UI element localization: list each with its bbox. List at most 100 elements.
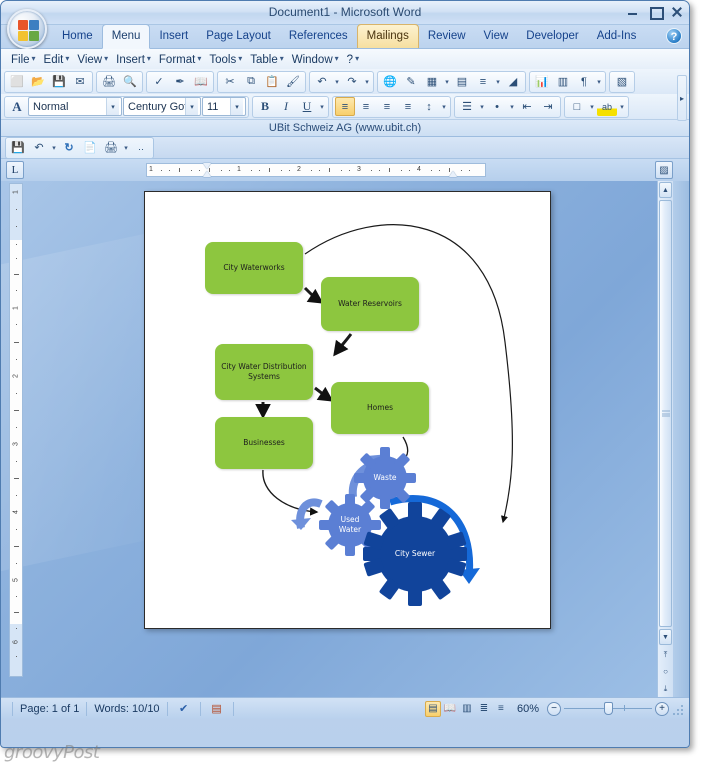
qat-repeat-icon[interactable]: ↻ bbox=[59, 138, 79, 157]
format-painter-brush-icon[interactable]: ✒ bbox=[170, 72, 190, 91]
chevron-down-icon[interactable]: ▾ bbox=[318, 103, 326, 111]
chevron-down-icon[interactable]: ▾ bbox=[363, 78, 371, 86]
web-layout-view-button[interactable]: ▥ bbox=[459, 701, 475, 717]
document-page[interactable]: City Waterworks Water Reservoirs City Wa… bbox=[144, 191, 551, 629]
insert-chart-icon[interactable]: 📊 bbox=[532, 72, 552, 91]
zoom-slider[interactable]: − + bbox=[547, 701, 669, 716]
chevron-down-icon[interactable]: ▾ bbox=[122, 144, 130, 152]
full-screen-reading-view-button[interactable]: 📖 bbox=[442, 701, 458, 717]
chevron-down-icon[interactable]: ▾ bbox=[230, 98, 243, 115]
select-browse-object-button[interactable]: ○ bbox=[659, 664, 672, 679]
bulleted-list-button[interactable]: • bbox=[487, 97, 507, 116]
highlight-button[interactable]: ab bbox=[597, 97, 617, 116]
right-indent-marker[interactable] bbox=[449, 171, 457, 177]
tab-home[interactable]: Home bbox=[53, 25, 102, 48]
line-spacing-button[interactable]: ↕ bbox=[419, 97, 439, 116]
minimize-button[interactable] bbox=[626, 5, 639, 18]
print-layout-view-button[interactable]: ▤ bbox=[424, 700, 441, 717]
chevron-down-icon[interactable]: ▾ bbox=[618, 103, 626, 111]
previous-page-button[interactable]: ⤒ bbox=[659, 647, 672, 662]
print-preview-icon[interactable]: 🔍 bbox=[120, 72, 140, 91]
smartart-diagram[interactable]: City Waterworks Water Reservoirs City Wa… bbox=[145, 192, 550, 628]
insert-table-icon[interactable]: ▦ bbox=[422, 72, 442, 91]
menu-format[interactable]: Format ▾ bbox=[155, 53, 205, 67]
office-button-icon[interactable] bbox=[7, 9, 47, 49]
increase-indent-button[interactable]: ⇥ bbox=[538, 97, 558, 116]
format-painter-icon[interactable]: 🖌 bbox=[283, 72, 303, 91]
align-center-button[interactable]: ≡ bbox=[356, 97, 376, 116]
italic-button[interactable]: I bbox=[276, 97, 296, 116]
close-button[interactable] bbox=[670, 5, 683, 18]
menu-window[interactable]: Window ▾ bbox=[288, 53, 343, 67]
open-folder-icon[interactable]: 📂 bbox=[28, 72, 48, 91]
decrease-indent-button[interactable]: ⇤ bbox=[517, 97, 537, 116]
print-icon[interactable]: 🖨 bbox=[99, 72, 119, 91]
first-line-indent-marker[interactable] bbox=[203, 163, 211, 169]
hanging-indent-marker[interactable] bbox=[203, 171, 211, 177]
new-document-icon[interactable]: ⬜ bbox=[7, 72, 27, 91]
copy-icon[interactable]: ⧉ bbox=[241, 72, 261, 91]
drawing-icon[interactable]: ◢ bbox=[503, 72, 523, 91]
tables-and-borders-icon[interactable]: ✎ bbox=[401, 72, 421, 91]
tab-add-ins[interactable]: Add-Ins bbox=[588, 25, 646, 48]
paste-clipboard-icon[interactable]: 📋 bbox=[262, 72, 282, 91]
underline-button[interactable]: U bbox=[297, 97, 317, 116]
bold-button[interactable]: B bbox=[255, 97, 275, 116]
chevron-down-icon[interactable]: ▾ bbox=[494, 78, 502, 86]
next-page-button[interactable]: ⤓ bbox=[659, 681, 672, 696]
tab-mailings[interactable]: Mailings bbox=[356, 24, 419, 48]
vertical-ruler[interactable]: 1 1 2 3 4 5 6 bbox=[9, 183, 23, 677]
draft-view-button[interactable]: ≡ bbox=[493, 701, 509, 717]
undo-icon[interactable]: ↶ bbox=[312, 72, 332, 91]
show-hide-formatting-icon[interactable]: ¶ bbox=[574, 72, 594, 91]
zoom-level-label[interactable]: 60% bbox=[517, 703, 539, 715]
save-icon[interactable]: 💾 bbox=[49, 72, 69, 91]
ruler-options-icon[interactable]: ▨ bbox=[655, 161, 673, 179]
cut-scissors-icon[interactable]: ✂ bbox=[220, 72, 240, 91]
font-size-combobox[interactable]: 11 ▾ bbox=[202, 97, 246, 116]
font-combobox[interactable]: Century Goth ▾ bbox=[123, 97, 201, 116]
zoom-slider-track[interactable] bbox=[564, 702, 652, 715]
horizontal-ruler[interactable]: 1 1 2 3 4 bbox=[146, 163, 486, 177]
columns-icon[interactable]: ≡ bbox=[473, 72, 493, 91]
chevron-down-icon[interactable]: ▾ bbox=[333, 78, 341, 86]
tab-references[interactable]: References bbox=[280, 25, 357, 48]
chevron-down-icon[interactable]: ▾ bbox=[443, 78, 451, 86]
scroll-down-button[interactable]: ▼ bbox=[659, 629, 672, 645]
menu-view[interactable]: View ▾ bbox=[73, 53, 112, 67]
scrollbar-thumb[interactable] bbox=[659, 200, 672, 627]
node-city-waterworks[interactable]: City Waterworks bbox=[205, 242, 303, 294]
styles-icon[interactable]: A bbox=[7, 97, 27, 116]
email-icon[interactable]: ✉ bbox=[70, 72, 90, 91]
chevron-down-icon[interactable]: ▾ bbox=[508, 103, 516, 111]
ribbon-overflow-icon[interactable]: ▸ bbox=[677, 75, 687, 121]
justify-button[interactable]: ≡ bbox=[398, 97, 418, 116]
qat-undo-icon[interactable]: ↶ bbox=[29, 138, 49, 157]
chevron-down-icon[interactable]: ▾ bbox=[595, 78, 603, 86]
help-icon[interactable]: ? bbox=[666, 28, 682, 44]
scroll-up-button[interactable]: ▲ bbox=[659, 182, 672, 198]
chevron-down-icon[interactable]: ▾ bbox=[185, 98, 198, 115]
page-indicator[interactable]: Page: 1 of 1 bbox=[20, 703, 79, 715]
customize-quick-access-icon[interactable]: ‥ bbox=[131, 138, 151, 157]
maximize-button[interactable] bbox=[648, 5, 664, 20]
menu-tools[interactable]: Tools ▾ bbox=[205, 53, 246, 67]
tab-insert[interactable]: Insert bbox=[150, 25, 197, 48]
qat-save-icon[interactable]: 💾 bbox=[8, 138, 28, 157]
chevron-down-icon[interactable]: ▾ bbox=[106, 98, 119, 115]
align-right-button[interactable]: ≡ bbox=[377, 97, 397, 116]
zoom-slider-thumb[interactable] bbox=[604, 702, 613, 715]
node-homes[interactable]: Homes bbox=[331, 382, 429, 434]
menu-help[interactable]: ? ▾ bbox=[343, 53, 363, 67]
style-combobox[interactable]: Normal ▾ bbox=[28, 97, 122, 116]
chevron-down-icon[interactable]: ▾ bbox=[440, 103, 448, 111]
tab-page-layout[interactable]: Page Layout bbox=[197, 25, 280, 48]
resize-grip-icon[interactable] bbox=[673, 703, 685, 715]
chevron-down-icon[interactable]: ▾ bbox=[588, 103, 596, 111]
node-water-reservoirs[interactable]: Water Reservoirs bbox=[321, 277, 419, 331]
zoom-out-button[interactable]: − bbox=[547, 701, 561, 716]
menu-file[interactable]: File ▾ bbox=[7, 53, 40, 67]
tab-developer[interactable]: Developer bbox=[517, 25, 587, 48]
language-icon[interactable]: ▤ bbox=[208, 701, 226, 717]
tab-stop-selector[interactable]: L bbox=[6, 161, 24, 179]
